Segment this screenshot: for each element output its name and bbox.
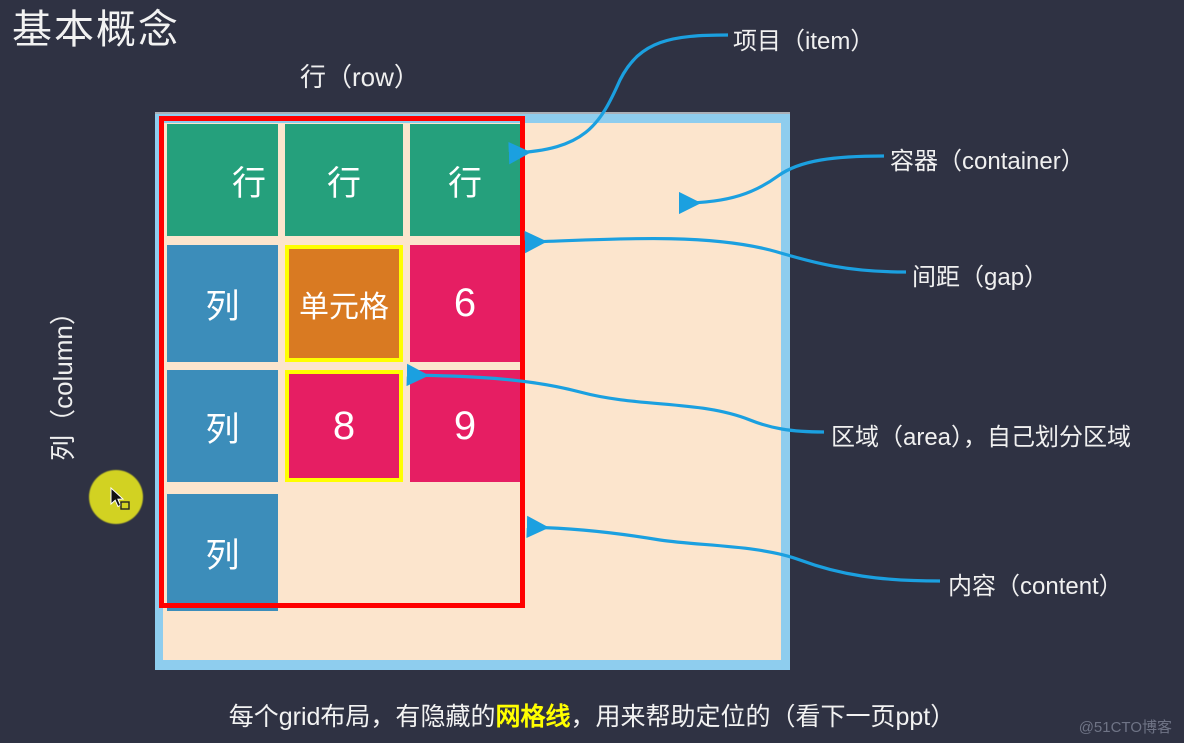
cell-area-highlight-8: 8 bbox=[285, 370, 403, 482]
annotation-label-gap: 间距（gap） bbox=[912, 264, 1049, 291]
cell-highlight-danyuange: 单元格 bbox=[285, 245, 403, 362]
annotation-label-container: 容器（container） bbox=[890, 148, 1085, 175]
annotation-label-content: 内容（content） bbox=[948, 573, 1123, 600]
slide-caption: 每个grid布局，有隐藏的网格线，用来帮助定位的（看下一页ppt） bbox=[0, 697, 1184, 733]
caption-part1: 每个grid布局，有隐藏的 bbox=[228, 703, 496, 731]
caption-part2: ，用来帮助定位的（看下一页ppt） bbox=[570, 703, 956, 731]
watermark: @51CTO博客 bbox=[1078, 719, 1172, 736]
cell-label: 8 bbox=[332, 403, 356, 448]
annotation-label-item: 项目（item） bbox=[733, 28, 875, 55]
page-title: 基本概念 bbox=[12, 8, 180, 52]
column-axis-label: 列（column） bbox=[48, 299, 78, 461]
caption-highlight: 网格线 bbox=[495, 703, 571, 731]
mouse-cursor-icon bbox=[110, 487, 130, 510]
cell-label: 单元格 bbox=[299, 290, 389, 324]
row-axis-label: 行（row） bbox=[300, 62, 420, 92]
gridline-outline bbox=[159, 116, 525, 608]
annotation-label-area: 区域（area），自己划分区域 bbox=[831, 424, 1132, 451]
slide-canvas: 基本概念 行（row） 列（column） 列 行 行 行 列 单元格 6 列 … bbox=[0, 0, 1184, 743]
